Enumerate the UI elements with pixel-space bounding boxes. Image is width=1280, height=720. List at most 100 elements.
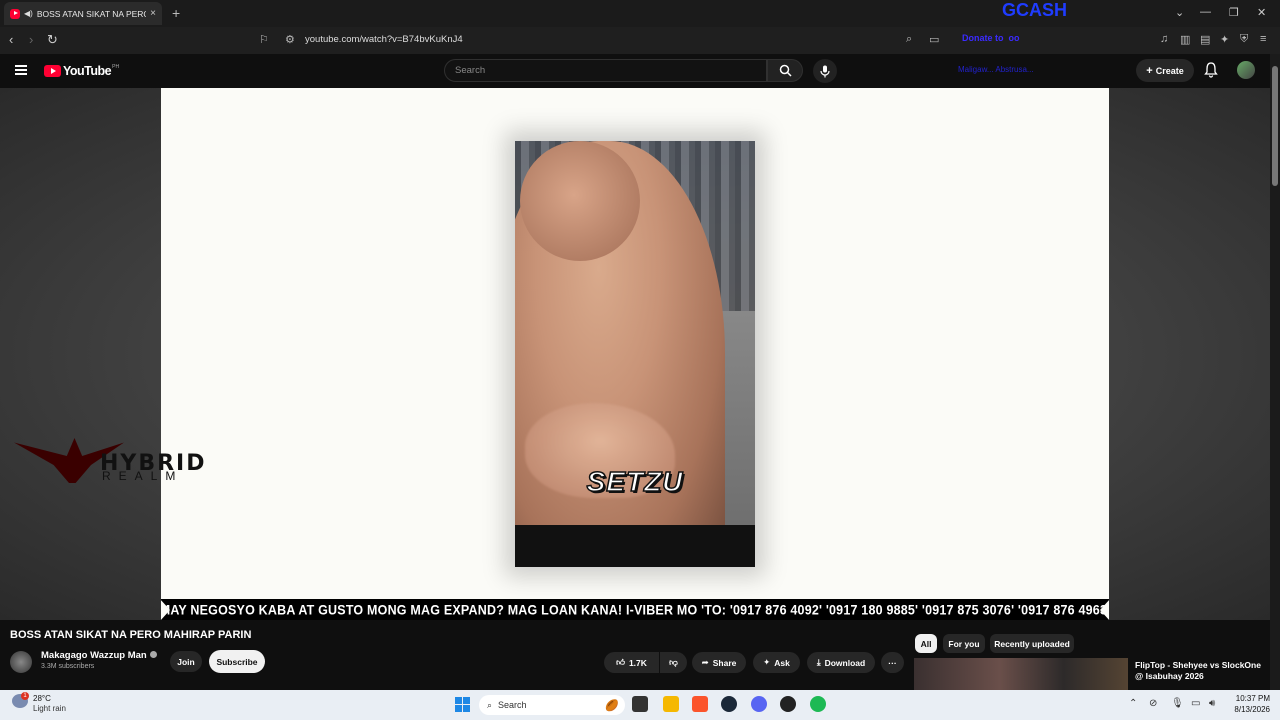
weather-condition[interactable]: Light rain bbox=[33, 704, 66, 713]
zoom-icon[interactable]: ⌕ bbox=[906, 33, 912, 46]
taskbar-search-label: Search bbox=[498, 700, 527, 710]
more-actions-button[interactable]: ··· bbox=[881, 652, 904, 673]
video-content: SETZU bbox=[515, 141, 755, 567]
steam-icon[interactable] bbox=[721, 696, 737, 712]
chip-all[interactable]: All bbox=[915, 634, 937, 653]
video-info: BOSS ATAN SIKAT NA PERO MAHIRAP PARIN Ma… bbox=[0, 620, 1270, 690]
display-icon[interactable]: ▭ bbox=[1191, 698, 1200, 709]
dislike-button[interactable]: 👎︎ bbox=[660, 652, 687, 673]
sidebar-icon[interactable]: ▥ bbox=[1180, 33, 1190, 46]
create-label: Create bbox=[1155, 65, 1184, 76]
create-button[interactable]: + Create bbox=[1136, 59, 1194, 82]
youtube-logo[interactable]: YouTube PH bbox=[44, 64, 119, 78]
search-icon bbox=[779, 64, 792, 77]
channel-avatar[interactable] bbox=[10, 651, 32, 673]
account-avatar[interactable] bbox=[1237, 61, 1255, 79]
verified-icon bbox=[149, 651, 157, 658]
volume-icon[interactable]: 🔊︎ bbox=[1209, 698, 1215, 709]
ai-sparkle-icon[interactable]: ✦ bbox=[1220, 33, 1229, 46]
stream-overlay-brand: GCASH bbox=[1002, 0, 1068, 20]
watermark-line2: REALM bbox=[102, 469, 184, 483]
brave-browser-icon[interactable] bbox=[692, 696, 708, 712]
reload-icon[interactable]: ↻ bbox=[47, 32, 58, 48]
ad-ticker-banner: MAY NEGOSYO KABA AT GUSTO MONG MAG EXPAN… bbox=[161, 599, 1109, 621]
youtube-header: YouTube PH Search bbox=[0, 54, 1280, 88]
guide-menu-icon[interactable] bbox=[15, 65, 27, 75]
share-label: Share bbox=[712, 657, 737, 668]
discord-icon[interactable] bbox=[751, 696, 767, 712]
forward-icon[interactable]: › bbox=[29, 32, 33, 47]
restore-icon[interactable]: ❐ bbox=[1229, 6, 1239, 19]
join-button[interactable]: Join bbox=[170, 651, 202, 672]
shield-icon[interactable]: ⛨ bbox=[1240, 33, 1248, 46]
country-code: PH bbox=[112, 64, 120, 70]
browser-tab-active[interactable]: ◀) BOSS ATAN SIKAT NA PERO M × bbox=[4, 2, 162, 25]
back-icon[interactable]: ‹ bbox=[9, 32, 13, 47]
clock-date: 8/13/2026 bbox=[1234, 705, 1270, 714]
window-close-icon[interactable]: ✕ bbox=[1257, 6, 1266, 19]
ask-button[interactable]: ✦ Ask bbox=[753, 652, 800, 673]
search-icon: ⌕ bbox=[487, 699, 493, 710]
like-button[interactable]: 👍︎ 1.7K bbox=[604, 652, 659, 673]
plus-icon: + bbox=[1146, 64, 1153, 77]
stream-overlay-text: Maligaw... Abstrusa... bbox=[958, 65, 1039, 74]
youtube-favicon-icon bbox=[10, 8, 20, 19]
music-icon[interactable]: ♫ bbox=[1160, 33, 1168, 45]
subscribe-button[interactable]: Subscribe bbox=[209, 650, 265, 673]
recommendation-title[interactable]: FlipTop - Shehyee vs SlockOne @ Isabuhay… bbox=[1135, 660, 1270, 682]
video-caption: SETZU bbox=[586, 465, 684, 498]
site-info-icon[interactable]: ⚙ bbox=[285, 33, 295, 46]
weather-temperature[interactable]: 28°C bbox=[33, 694, 51, 703]
recommendation-thumbnail[interactable] bbox=[914, 658, 1128, 690]
search-button[interactable] bbox=[767, 59, 803, 82]
share-button[interactable]: ➦ Share bbox=[692, 652, 746, 673]
share-icon: ➦ bbox=[701, 657, 709, 667]
address-bar-url[interactable]: youtube.com/watch?v=B74bvKuKnJ4 bbox=[305, 34, 463, 45]
person-pants bbox=[515, 525, 755, 567]
tab-title: BOSS ATAN SIKAT NA PERO M bbox=[36, 8, 146, 19]
weather-alert-badge: 1 bbox=[21, 692, 29, 700]
thumbs-up-icon: 👍︎ bbox=[616, 657, 625, 667]
tab-close-icon[interactable]: × bbox=[150, 8, 156, 19]
browser-toolbar: ‹ › ↻ ⚐ ⚙ youtube.com/watch?v=B74bvKuKnJ… bbox=[0, 27, 1280, 54]
person-head bbox=[520, 141, 640, 261]
download-button[interactable]: ⤓ Download bbox=[807, 652, 875, 673]
mic-tray-icon[interactable]: 🎙︎ bbox=[1171, 698, 1184, 709]
voice-search-button[interactable] bbox=[813, 59, 837, 83]
obs-icon[interactable] bbox=[780, 696, 796, 712]
ask-label: Ask bbox=[774, 657, 790, 668]
sparkle-icon: ✦ bbox=[763, 657, 771, 667]
tray-overflow-icon[interactable]: ⌃ bbox=[1129, 698, 1137, 709]
audio-playing-icon[interactable]: ◀) bbox=[24, 9, 33, 18]
youtube-play-icon bbox=[44, 65, 61, 77]
video-player[interactable]: SETZU MAY NEGOSYO KABA AT GUSTO MONG MAG… bbox=[0, 88, 1270, 621]
video-frame: SETZU MAY NEGOSYO KABA AT GUSTO MONG MAG… bbox=[161, 88, 1109, 621]
system-clock[interactable]: 10:37 PM 8/13/2026 bbox=[1226, 693, 1270, 715]
youtube-wordmark: YouTube bbox=[63, 64, 112, 78]
hybrid-realm-watermark: HYBRID REALM bbox=[14, 433, 214, 493]
scrollbar-thumb[interactable] bbox=[1272, 66, 1278, 186]
cast-icon[interactable]: ▭ bbox=[929, 33, 939, 46]
notifications-bell-icon[interactable] bbox=[1204, 62, 1218, 78]
subscriber-count: 3.3M subscribers bbox=[41, 663, 95, 670]
page-scrollbar[interactable] bbox=[1270, 54, 1280, 690]
windows-start-icon[interactable] bbox=[455, 697, 470, 712]
taskbar-search[interactable]: ⌕ Search 🏉 bbox=[479, 695, 625, 715]
tab-search-chevron-icon[interactable]: ⌄ bbox=[1175, 6, 1184, 19]
new-tab-button[interactable]: + bbox=[172, 5, 180, 21]
chip-recently-uploaded[interactable]: Recently uploaded bbox=[990, 634, 1074, 653]
wallet-icon[interactable]: ▤ bbox=[1200, 33, 1210, 46]
task-view-icon[interactable] bbox=[632, 696, 648, 712]
bookmark-icon[interactable]: ⚐ bbox=[259, 33, 269, 46]
channel-name-row[interactable]: Makagago Wazzup Man bbox=[41, 650, 157, 661]
video-title: BOSS ATAN SIKAT NA PERO MAHIRAP PARIN bbox=[10, 629, 252, 641]
chip-for-you[interactable]: For you bbox=[943, 634, 985, 653]
minimize-icon[interactable]: — bbox=[1200, 6, 1211, 18]
file-explorer-icon[interactable] bbox=[663, 696, 679, 712]
network-off-icon[interactable]: ⊘ bbox=[1149, 698, 1157, 709]
like-count: 1.7K bbox=[628, 657, 647, 668]
channel-name[interactable]: Makagago Wazzup Man bbox=[41, 650, 147, 661]
search-input[interactable]: Search bbox=[444, 59, 767, 82]
menu-icon[interactable]: ≡ bbox=[1260, 33, 1266, 45]
spotify-icon[interactable] bbox=[810, 696, 826, 712]
